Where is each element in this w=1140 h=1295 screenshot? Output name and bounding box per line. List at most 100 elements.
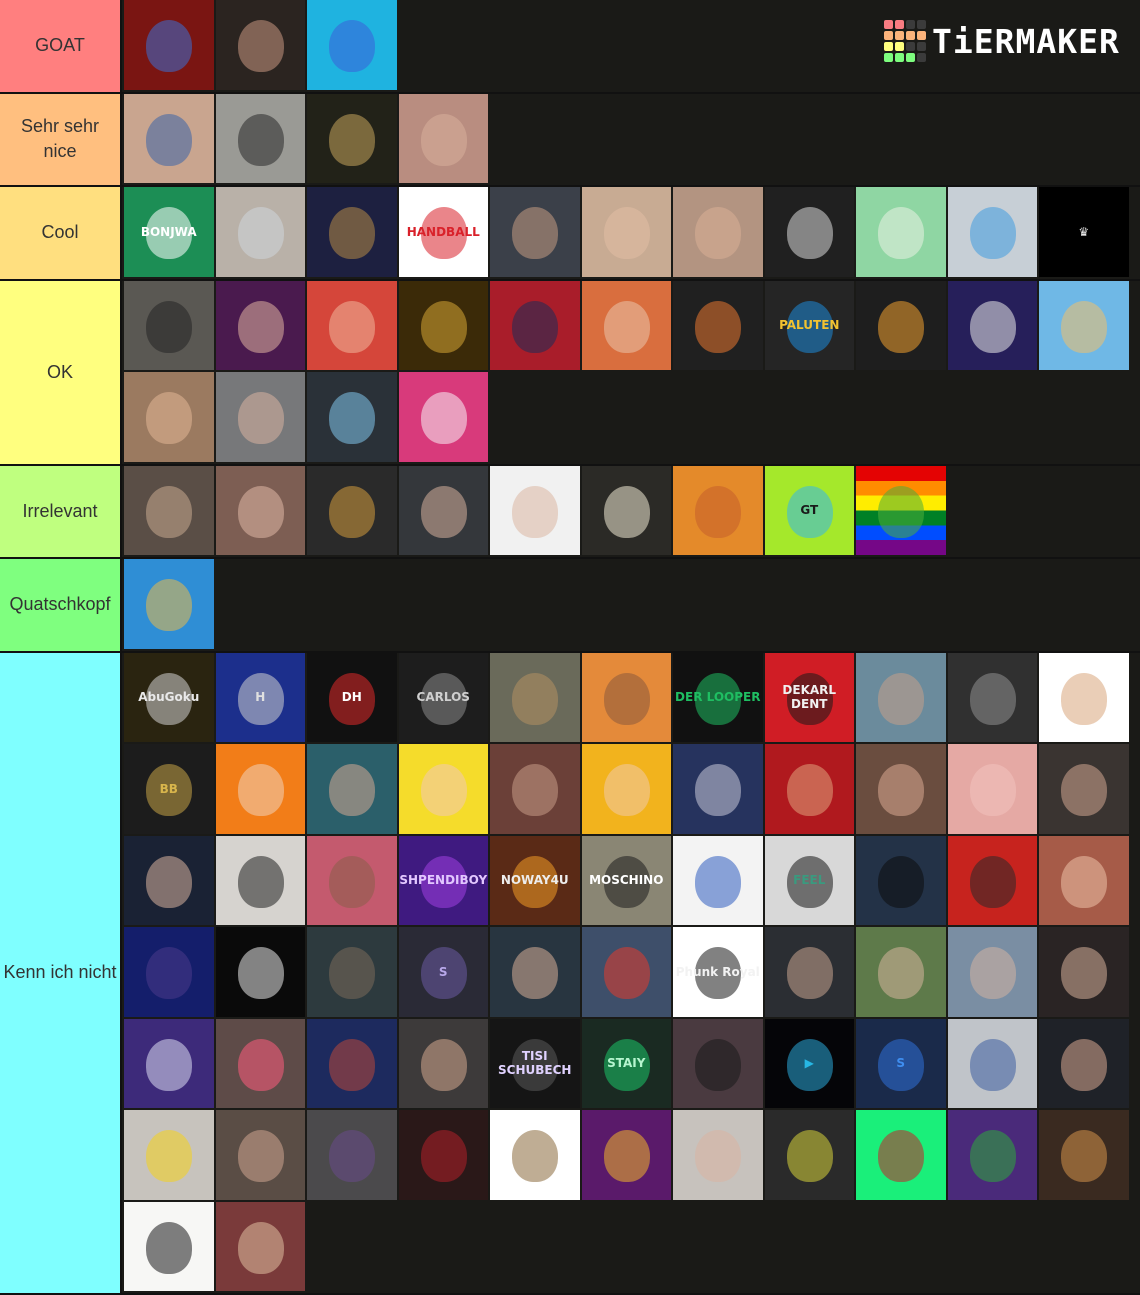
man-sunglasses-logo[interactable] (765, 187, 855, 277)
young-man-red-avatar[interactable] (1039, 927, 1129, 1017)
tier-items-dropzone[interactable] (122, 94, 1140, 186)
team-paluten-logo[interactable]: PALUTEN (765, 281, 855, 371)
silhouette-sunset[interactable] (673, 1019, 763, 1109)
phunk-royal-logo[interactable]: Phunk Royal (673, 927, 763, 1017)
blonde-woman-gaming-avatar[interactable] (216, 1202, 306, 1292)
tier-label[interactable]: Quatschkopf (0, 559, 122, 651)
young-man-white-shirt-avatar[interactable] (490, 466, 580, 556)
man-closeup-face-avatar[interactable] (216, 1110, 306, 1200)
tiermaker-logo[interactable]: TiERMAKER (884, 20, 1120, 62)
man-versace-blue-avatar[interactable] (124, 927, 214, 1017)
crown-monogram-logo[interactable]: ♛ (1039, 187, 1129, 277)
abugoku-logo[interactable]: AbuGoku (124, 653, 214, 743)
carlos-emblem-logo[interactable]: CARLOS (399, 653, 489, 743)
man-cap-glasses-cartoon[interactable] (856, 1110, 946, 1200)
muscular-man-avatar[interactable] (307, 927, 397, 1017)
woman-red-blue-avatar[interactable] (307, 1019, 397, 1109)
purple-s-logo[interactable]: S (399, 927, 489, 1017)
dekarldent-logo[interactable]: DEKARL DENT (765, 653, 855, 743)
white-cat-hat-cartoon[interactable] (399, 372, 489, 462)
tier-label[interactable]: Cool (0, 187, 122, 279)
blue-play-logo[interactable]: ▶ (765, 1019, 855, 1109)
anime-blonde-avatar[interactable] (399, 744, 489, 834)
man-moschino-avatar[interactable]: MOSCHINO (582, 836, 672, 926)
dh-flame-logo[interactable]: DH (307, 653, 397, 743)
tree-cartoon-logo[interactable] (948, 1110, 1038, 1200)
smiling-woman-avatar[interactable] (399, 94, 489, 184)
smiling-man-closeup-avatar[interactable] (856, 744, 946, 834)
man-shush-avatar[interactable] (490, 927, 580, 1017)
gt-logo[interactable]: GT (765, 466, 855, 556)
bald-glasses-cartoon[interactable] (765, 744, 855, 834)
cartoon-screaming-face-avatar[interactable] (307, 94, 397, 184)
young-man-orange-avatar[interactable] (582, 281, 672, 371)
man-white-hoodie-avatar[interactable] (124, 466, 214, 556)
minecraft-blonde-boy-avatar[interactable] (1039, 281, 1129, 371)
anime-glasses-avatar[interactable] (124, 559, 214, 649)
beanie-man-sketch-logo[interactable] (216, 927, 306, 1017)
pink-blurry-face-avatar[interactable] (948, 744, 1038, 834)
man-black-hoodie-red-avatar[interactable] (124, 836, 214, 926)
ginger-beard-logo[interactable] (673, 466, 763, 556)
blue-bird-s-logo[interactable]: S (856, 1019, 946, 1109)
blue-hair-man-avatar[interactable] (948, 187, 1038, 277)
tier-label[interactable]: OK (0, 281, 122, 464)
man-pointing-avatar[interactable] (673, 744, 763, 834)
man-squatting-garage-avatar[interactable] (307, 1110, 397, 1200)
orange-hexagon-logo[interactable] (673, 281, 763, 371)
man-earphones-avatar[interactable] (216, 372, 306, 462)
man-camo-hoodie-avatar[interactable] (948, 1019, 1038, 1109)
man-dark-hair-avatar[interactable] (1039, 744, 1129, 834)
memoji-avatar[interactable] (1039, 653, 1129, 743)
bearded-man-hoodie-avatar[interactable] (124, 281, 214, 371)
tier-items-dropzone[interactable]: GT (122, 466, 1140, 558)
closeup-smile-avatar[interactable] (673, 187, 763, 277)
rainbow-controller-logo[interactable] (856, 466, 946, 556)
blue-ball-cartoon[interactable] (307, 372, 397, 462)
blonde-woman-avatar[interactable] (582, 187, 672, 277)
ghost-headset-sketch[interactable] (124, 1202, 214, 1292)
feel-fifa-gaming-logo[interactable]: FEEL (765, 836, 855, 926)
redhead-woman-avatar[interactable] (1039, 836, 1129, 926)
esports-player-avatar[interactable] (399, 466, 489, 556)
astronaut-earth-logo[interactable] (948, 281, 1038, 371)
noway4u-logo[interactable]: NOWAY4U (490, 836, 580, 926)
woman-headset-avatar[interactable] (216, 281, 306, 371)
masked-man-cartoon[interactable] (399, 1110, 489, 1200)
tier-items-dropzone[interactable]: BONJWAHANDBALL♛ (122, 187, 1140, 279)
boxer-cartoon-avatar[interactable] (582, 653, 672, 743)
man-red-circle-avatar[interactable] (948, 836, 1038, 926)
orange-fox-logo[interactable] (856, 281, 946, 371)
cartoon-beard-glasses-avatar[interactable] (216, 744, 306, 834)
red-hair-kid-avatar[interactable] (490, 744, 580, 834)
man-studio-avatar[interactable] (765, 927, 855, 1017)
cartoon-man-yellow-avatar[interactable] (582, 744, 672, 834)
boy-thumbs-up-avatar[interactable] (399, 1019, 489, 1109)
dragon-man-avatar[interactable] (1039, 1110, 1129, 1200)
tier-label[interactable]: Irrelevant (0, 466, 122, 558)
cartoon-bearded-face[interactable] (582, 466, 672, 556)
man-robe-avatar[interactable] (948, 927, 1038, 1017)
staiy-logo[interactable]: STAIY (582, 1019, 672, 1109)
der-looper-logo[interactable]: DER LOOPER (673, 653, 763, 743)
tier-label[interactable]: GOAT (0, 0, 122, 92)
bonjwa-logo[interactable]: BONJWA (124, 187, 214, 277)
man-crown-gold-avatar[interactable] (399, 281, 489, 371)
football-player-blue-avatar[interactable] (673, 836, 763, 926)
tier-label[interactable]: Kenn ich nicht (0, 653, 122, 1294)
man-bvb-jersey-avatar[interactable] (124, 1110, 214, 1200)
man-neon-avatar[interactable] (307, 836, 397, 926)
man-blue-sunglasses-avatar[interactable] (124, 94, 214, 184)
green-cat-cartoon[interactable] (856, 187, 946, 277)
man-hood-outdoor-avatar[interactable] (856, 653, 946, 743)
bb-gold-logo[interactable]: BB (124, 744, 214, 834)
red-bean-cartoon[interactable] (582, 927, 672, 1017)
blonde-woman-selfie-avatar[interactable] (124, 372, 214, 462)
harmii-logo[interactable]: H (216, 653, 306, 743)
man-camo-jacket-avatar[interactable] (765, 1110, 855, 1200)
woman-glasses-avatar[interactable] (216, 0, 306, 90)
man-blonde-outdoor-avatar[interactable] (856, 927, 946, 1017)
blue-dinosaur-logo[interactable] (307, 0, 397, 90)
shpendiboy-logo[interactable]: SHPENDIBOY (399, 836, 489, 926)
paw-crown-logo[interactable] (307, 466, 397, 556)
